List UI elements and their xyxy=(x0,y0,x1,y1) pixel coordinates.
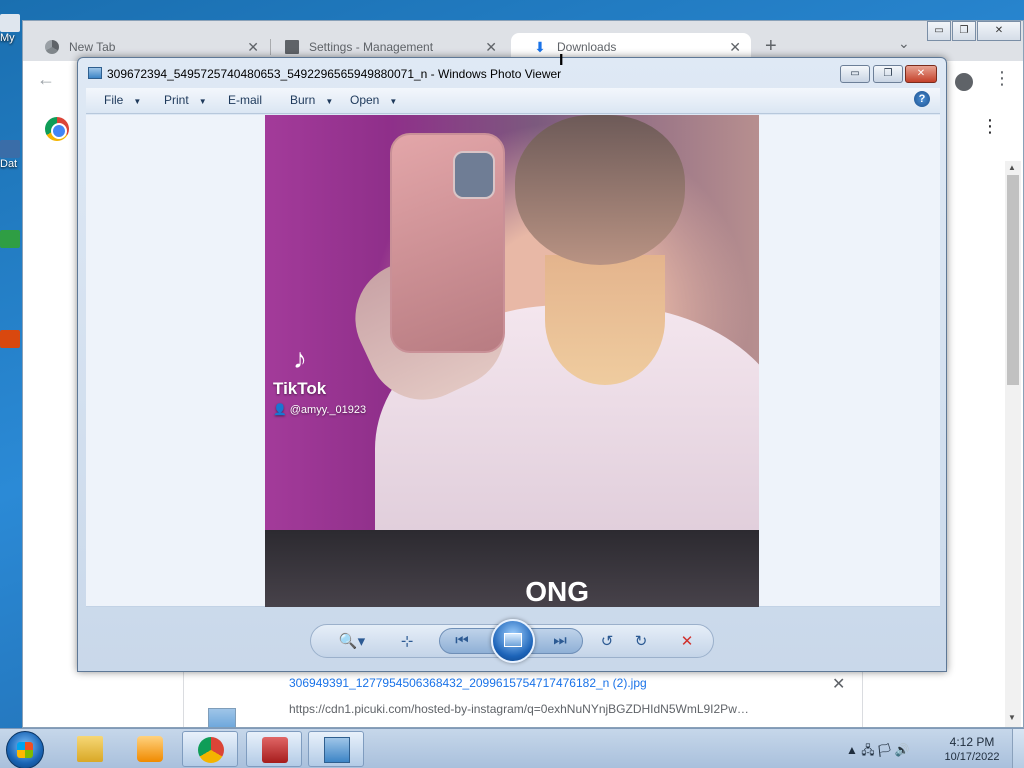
photo-neck-shape xyxy=(545,255,665,385)
photo-viewer-icon xyxy=(324,737,350,763)
menu-open[interactable]: Open ▼ xyxy=(350,93,397,107)
displayed-photo[interactable]: ♪ TikTok 👤 @amyy._01923 ONG xyxy=(265,115,759,607)
clock-time[interactable]: 4:12 PM xyxy=(942,735,1002,749)
dropdown-arrow-icon: ▼ xyxy=(198,97,207,106)
menu-label: Print xyxy=(164,93,189,107)
tab-strip: New Tab ✕ Settings - Management ✕ ⬇ Down… xyxy=(23,21,1023,61)
scroll-down-icon[interactable]: ▼ xyxy=(1008,713,1016,722)
toolbox-icon xyxy=(262,737,288,763)
building-icon xyxy=(285,40,299,54)
tab-label: Downloads xyxy=(557,40,617,54)
windows-logo-icon xyxy=(17,742,33,758)
actual-size-button[interactable]: ⊹ xyxy=(395,631,419,653)
chrome-icon xyxy=(45,40,59,54)
slideshow-icon xyxy=(504,633,522,647)
profile-avatar-icon[interactable] xyxy=(955,73,973,91)
desktop-icon-green[interactable] xyxy=(0,230,22,248)
back-button[interactable]: ← xyxy=(37,69,55,90)
image-file-icon xyxy=(208,708,236,728)
window-title: 309672394_5495725740480653_5492296565949… xyxy=(107,67,562,81)
clock-date[interactable]: 10/17/2022 xyxy=(942,751,1002,763)
minimize-button[interactable]: ▭ xyxy=(927,21,951,41)
photo-viewer-icon xyxy=(88,67,102,79)
desktop-icon-label: Dat xyxy=(0,158,18,170)
desktop-icon-data[interactable]: Dat xyxy=(0,140,22,170)
desktop-icon-label: My xyxy=(0,32,15,44)
page-scrollbar[interactable]: ▲ ▼ xyxy=(1005,161,1021,727)
photo-canvas: ♪ TikTok 👤 @amyy._01923 ONG xyxy=(86,115,940,607)
folder-icon xyxy=(77,736,103,762)
app-icon xyxy=(0,330,20,348)
dropdown-arrow-icon: ▼ xyxy=(133,97,142,106)
download-url[interactable]: https://cdn1.picuki.com/hosted-by-instag… xyxy=(289,702,749,716)
next-button[interactable]: ⏭ xyxy=(548,630,572,652)
viewer-control-bar: 🔍▾ ⊹ ⏮ ⏭ ↺ ↻ ✕ xyxy=(310,619,714,663)
tiktok-username: 👤 @amyy._01923 xyxy=(273,404,367,416)
menu-email[interactable]: E-mail xyxy=(228,93,262,107)
previous-button[interactable]: ⏮ xyxy=(450,630,474,652)
delete-button[interactable]: ✕ xyxy=(675,631,699,653)
start-button[interactable] xyxy=(6,731,44,768)
taskbar: ▲ 🖧 🏳 🔊 4:12 PM 10/17/2022 xyxy=(0,728,1024,768)
rotate-clockwise-button[interactable]: ↻ xyxy=(629,631,653,653)
taskbar-photo-viewer[interactable] xyxy=(308,731,364,767)
viewer-minimize-button[interactable]: ▭ xyxy=(840,65,870,83)
menu-label: File xyxy=(104,93,124,107)
rotate-counterclockwise-button[interactable]: ↺ xyxy=(595,631,619,653)
help-icon[interactable]: ? xyxy=(914,91,930,107)
photo-camera-shape xyxy=(453,151,495,199)
system-tray[interactable]: ▲ 🖧 🏳 🔊 xyxy=(846,741,909,762)
viewer-close-button[interactable]: ✕ xyxy=(905,65,937,83)
tab-search-button[interactable]: ⌄ xyxy=(898,35,910,52)
menu-label: Open xyxy=(350,93,380,107)
close-button[interactable]: ✕ xyxy=(977,21,1021,41)
remove-download-button[interactable]: ✕ xyxy=(832,674,845,694)
browser-menu-button[interactable]: ⋮ xyxy=(993,69,1011,87)
photo-viewer-window: 309672394_5495725740480653_5492296565949… xyxy=(77,57,947,672)
desktop-icon-my-computer[interactable]: My xyxy=(0,14,22,44)
menu-label: E-mail xyxy=(228,93,263,107)
viewer-maximize-button[interactable]: ❐ xyxy=(873,65,903,83)
viewer-menu-bar: File ▼ Print ▼ E-mail Burn ▼ Open ▼ ? xyxy=(86,88,940,114)
computer-icon xyxy=(0,14,20,32)
slideshow-button[interactable] xyxy=(491,619,535,663)
scroll-up-icon[interactable]: ▲ xyxy=(1008,163,1016,172)
taskbar-explorer[interactable] xyxy=(62,731,118,767)
tiktok-logo-icon: ♪ xyxy=(293,343,307,374)
chrome-icon xyxy=(198,737,224,763)
photo-face-shape xyxy=(515,115,685,265)
download-icon: ⬇ xyxy=(534,39,546,55)
menu-print[interactable]: Print ▼ xyxy=(164,93,207,107)
maximize-button[interactable]: ❐ xyxy=(952,21,976,41)
scroll-thumb[interactable] xyxy=(1007,175,1019,385)
download-filename-link[interactable]: 306949391_1277954506368432_2099615754717… xyxy=(289,676,647,690)
zoom-button[interactable]: 🔍▾ xyxy=(335,631,369,653)
show-desktop-button[interactable] xyxy=(1012,729,1024,768)
menu-file[interactable]: File ▼ xyxy=(104,93,141,107)
app-icon xyxy=(0,230,20,248)
downloads-menu-button[interactable]: ⋮ xyxy=(981,117,999,135)
menu-label: Burn xyxy=(290,93,316,107)
tiktok-watermark: TikTok xyxy=(273,379,327,398)
chrome-logo-icon xyxy=(45,117,69,141)
taskbar-toolbox[interactable] xyxy=(246,731,302,767)
taskbar-media-player[interactable] xyxy=(122,731,178,767)
desktop-icon-red[interactable] xyxy=(0,330,22,348)
tab-label: Settings - Management xyxy=(309,40,434,54)
media-player-icon xyxy=(137,736,163,762)
dropdown-arrow-icon: ▼ xyxy=(389,97,398,106)
taskbar-chrome[interactable] xyxy=(182,731,238,767)
folder-icon xyxy=(0,140,20,158)
dropdown-arrow-icon: ▼ xyxy=(325,97,334,106)
text-cursor-icon: I xyxy=(559,52,564,69)
menu-burn[interactable]: Burn ▼ xyxy=(290,93,333,107)
new-tab-button[interactable]: + xyxy=(765,35,777,57)
photo-viewer-titlebar[interactable]: 309672394_5495725740480653_5492296565949… xyxy=(78,58,946,88)
tab-label: New Tab xyxy=(69,40,116,54)
photo-caption: ONG xyxy=(525,576,589,607)
download-item: 306949391_1277954506368432_2099615754717… xyxy=(183,669,863,728)
